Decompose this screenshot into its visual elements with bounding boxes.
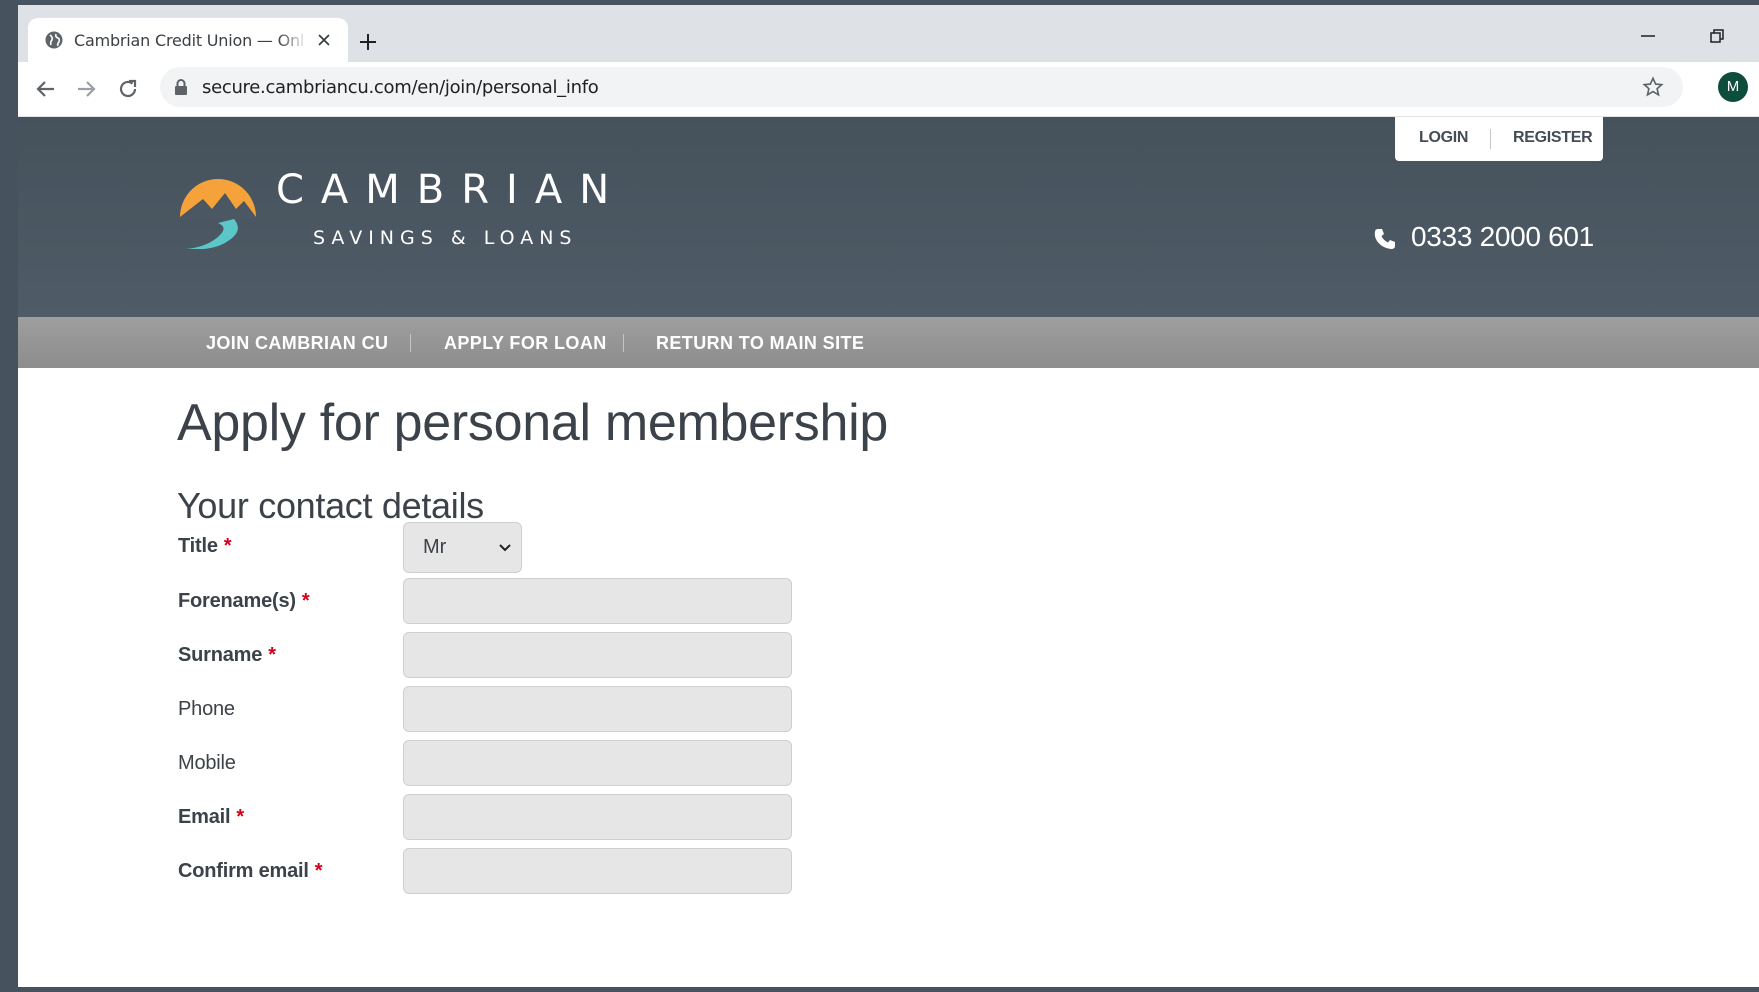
- browser-tab-active[interactable]: Cambrian Credit Union — Online: [28, 18, 348, 62]
- reload-icon[interactable]: [116, 77, 140, 101]
- title-label: Title *: [178, 535, 232, 557]
- nav-return-to-main-site[interactable]: RETURN TO MAIN SITE: [656, 333, 864, 354]
- brand-name: CAMBRIAN: [276, 167, 627, 213]
- surname-input[interactable]: [403, 632, 792, 678]
- globe-icon: [45, 31, 63, 49]
- phone-number[interactable]: 0333 2000 601: [1411, 221, 1594, 253]
- url-text: secure.cambriancu.com/en/join/personal_i…: [202, 77, 599, 98]
- account-links: LOGIN REGISTER: [1395, 117, 1603, 161]
- close-icon[interactable]: [316, 32, 332, 48]
- login-link[interactable]: LOGIN: [1419, 129, 1468, 147]
- required-marker: *: [236, 806, 244, 828]
- bookmark-star-icon[interactable]: [1642, 76, 1664, 98]
- web-page: LOGIN REGISTER CAMBRIAN SAVINGS & LOANS …: [18, 117, 1759, 987]
- minimize-icon[interactable]: [1638, 31, 1658, 41]
- forename-input[interactable]: [403, 578, 792, 624]
- site-header: LOGIN REGISTER CAMBRIAN SAVINGS & LOANS …: [18, 117, 1759, 317]
- phone-icon: [1374, 229, 1395, 249]
- browser-window: Cambrian Credit Union — Online secure.ca…: [18, 5, 1759, 987]
- mobile-input[interactable]: [403, 740, 792, 786]
- brand-subtitle: SAVINGS & LOANS: [313, 227, 578, 249]
- page-title: Apply for personal membership: [177, 394, 888, 452]
- new-tab-icon[interactable]: [358, 32, 378, 52]
- register-link[interactable]: REGISTER: [1513, 129, 1593, 147]
- required-marker: *: [301, 590, 310, 612]
- tab-title: Cambrian Credit Union — Online: [74, 31, 304, 50]
- confirm-email-input[interactable]: [403, 848, 792, 894]
- title-select[interactable]: Mr: [403, 522, 522, 573]
- restore-icon[interactable]: [1708, 27, 1726, 45]
- forename-label: Forename(s) *: [178, 590, 310, 612]
- email-label: Email *: [178, 806, 244, 828]
- required-marker: *: [223, 535, 232, 557]
- forward-arrow-icon[interactable]: [74, 77, 98, 101]
- required-marker: *: [268, 644, 276, 666]
- cambrian-logo-icon[interactable]: [178, 169, 258, 249]
- profile-avatar[interactable]: M: [1718, 72, 1748, 102]
- main-navigation: JOIN CAMBRIAN CU APPLY FOR LOAN RETURN T…: [18, 317, 1759, 368]
- browser-toolbar: secure.cambriancu.com/en/join/personal_i…: [18, 62, 1759, 117]
- phone-input[interactable]: [403, 686, 792, 732]
- chevron-down-icon: [499, 544, 511, 552]
- surname-label: Surname *: [178, 644, 276, 666]
- title-select-value: Mr: [423, 536, 447, 558]
- phone-label: Phone: [178, 698, 235, 720]
- nav-apply-for-loan[interactable]: APPLY FOR LOAN: [444, 333, 607, 354]
- address-bar[interactable]: secure.cambriancu.com/en/join/personal_i…: [160, 67, 1683, 107]
- email-input[interactable]: [403, 794, 792, 840]
- required-marker: *: [314, 860, 323, 882]
- confirm-email-label: Confirm email *: [178, 860, 323, 882]
- lock-icon[interactable]: [174, 78, 188, 96]
- nav-join-cambrian-cu[interactable]: JOIN CAMBRIAN CU: [206, 333, 388, 354]
- tab-strip: Cambrian Credit Union — Online: [18, 5, 1759, 62]
- section-title: Your contact details: [177, 485, 484, 526]
- mobile-label: Mobile: [178, 752, 236, 774]
- back-arrow-icon[interactable]: [34, 77, 58, 101]
